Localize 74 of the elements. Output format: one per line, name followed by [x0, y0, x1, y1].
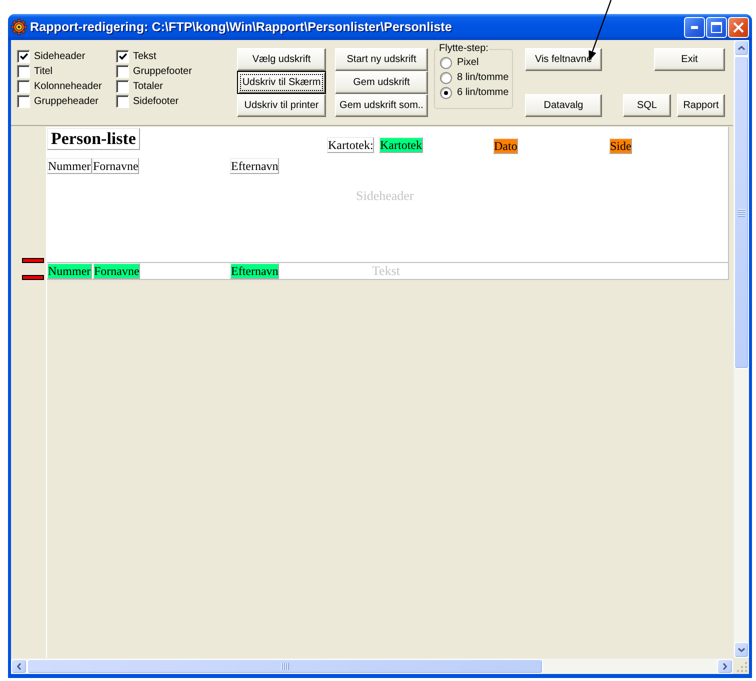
- checkbox[interactable]: [116, 80, 129, 93]
- data-field[interactable]: Fornavne: [93, 263, 140, 279]
- scroll-up-button[interactable]: [734, 40, 749, 56]
- checkbox[interactable]: [116, 95, 129, 108]
- output-button[interactable]: Vælg udskrift: [237, 48, 326, 71]
- checkbox-label: Gruppefooter: [133, 66, 192, 78]
- file-button[interactable]: Gem udskrift som..: [335, 94, 428, 117]
- scroll-left-button[interactable]: [11, 659, 27, 674]
- chevron-left-icon: [17, 663, 21, 670]
- report-title-label[interactable]: Person-liste: [47, 128, 140, 150]
- checkbox[interactable]: [17, 65, 30, 78]
- checkbox-label: Gruppeheader: [34, 96, 98, 108]
- checkmark-icon: [118, 53, 126, 60]
- window-title: Rapport-redigering: C:\FTP\kong\Win\Rapport\Personlister\Personliste: [30, 20, 453, 34]
- field-label[interactable]: Efternavn: [230, 158, 280, 174]
- exit-button[interactable]: Exit: [654, 48, 725, 71]
- band-resize-handle[interactable]: [22, 258, 44, 263]
- output-button[interactable]: Udskriv til Skærm: [237, 71, 326, 94]
- file-button[interactable]: Gem udskrift: [335, 71, 428, 94]
- data-field[interactable]: Nummer: [47, 263, 92, 279]
- group-box-title: Flytte-step:: [438, 43, 490, 55]
- radio-label: 6 lin/tomme: [457, 86, 509, 98]
- maximize-button[interactable]: [706, 16, 727, 38]
- minimize-button[interactable]: [684, 16, 705, 38]
- scrollbar-thumb[interactable]: [734, 56, 749, 369]
- checkmark-icon: [20, 53, 28, 60]
- close-button[interactable]: [728, 16, 749, 38]
- resize-grip-icon[interactable]: [737, 662, 747, 672]
- horizontal-scrollbar[interactable]: [11, 658, 733, 674]
- close-icon: [733, 22, 744, 32]
- radio-button[interactable]: [440, 72, 452, 84]
- file-button[interactable]: Start ny udskrift: [335, 48, 428, 71]
- checkbox[interactable]: [17, 95, 30, 108]
- field-button[interactable]: Datavalg: [525, 94, 602, 117]
- checkbox[interactable]: [17, 80, 30, 93]
- radio-dot-icon: [444, 90, 448, 94]
- checkbox-label: Totaler: [133, 80, 164, 92]
- field-label[interactable]: Kartotek:: [327, 137, 374, 153]
- query-button[interactable]: Rapport: [677, 94, 725, 117]
- radio-button[interactable]: [440, 56, 452, 68]
- minimize-icon: [691, 26, 698, 28]
- query-button[interactable]: SQL: [623, 94, 671, 117]
- data-field[interactable]: Dato: [493, 138, 518, 154]
- field-label[interactable]: Nummer: [47, 158, 92, 174]
- radio-label: Pixel: [457, 56, 479, 68]
- checkbox-label: Sidefooter: [133, 96, 179, 108]
- checkbox-label: Kolonneheader: [34, 80, 102, 92]
- checkbox-label: Titel: [34, 66, 53, 78]
- band-resize-handle[interactable]: [22, 275, 44, 280]
- checkbox-label: Sideheader: [34, 50, 86, 62]
- band-label: Tekst: [372, 263, 400, 278]
- output-button[interactable]: Udskriv til printer: [237, 94, 326, 117]
- maximize-icon: [711, 22, 722, 32]
- checkbox[interactable]: [116, 50, 129, 63]
- radio-button[interactable]: [440, 86, 452, 98]
- scrollbar-thumb[interactable]: [27, 659, 543, 674]
- grip-icon: [738, 208, 745, 216]
- chevron-right-icon: [723, 663, 727, 670]
- vertical-scrollbar[interactable]: [733, 40, 749, 658]
- chevron-down-icon: [738, 648, 745, 652]
- scroll-down-button[interactable]: [734, 642, 749, 658]
- checkbox[interactable]: [17, 50, 30, 63]
- scroll-right-button[interactable]: [717, 659, 733, 674]
- chevron-up-icon: [738, 46, 745, 50]
- radio-label: 8 lin/tomme: [457, 72, 509, 84]
- checkbox[interactable]: [116, 65, 129, 78]
- grip-icon: [281, 663, 289, 670]
- data-field[interactable]: Efternavn: [230, 263, 280, 279]
- data-field[interactable]: Side: [609, 138, 632, 154]
- data-field[interactable]: Kartotek: [379, 137, 423, 153]
- gear-icon: [11, 19, 27, 35]
- band-label: Sideheader: [356, 188, 414, 203]
- field-label[interactable]: Fornavne: [92, 158, 140, 174]
- checkbox-label: Tekst: [133, 50, 156, 62]
